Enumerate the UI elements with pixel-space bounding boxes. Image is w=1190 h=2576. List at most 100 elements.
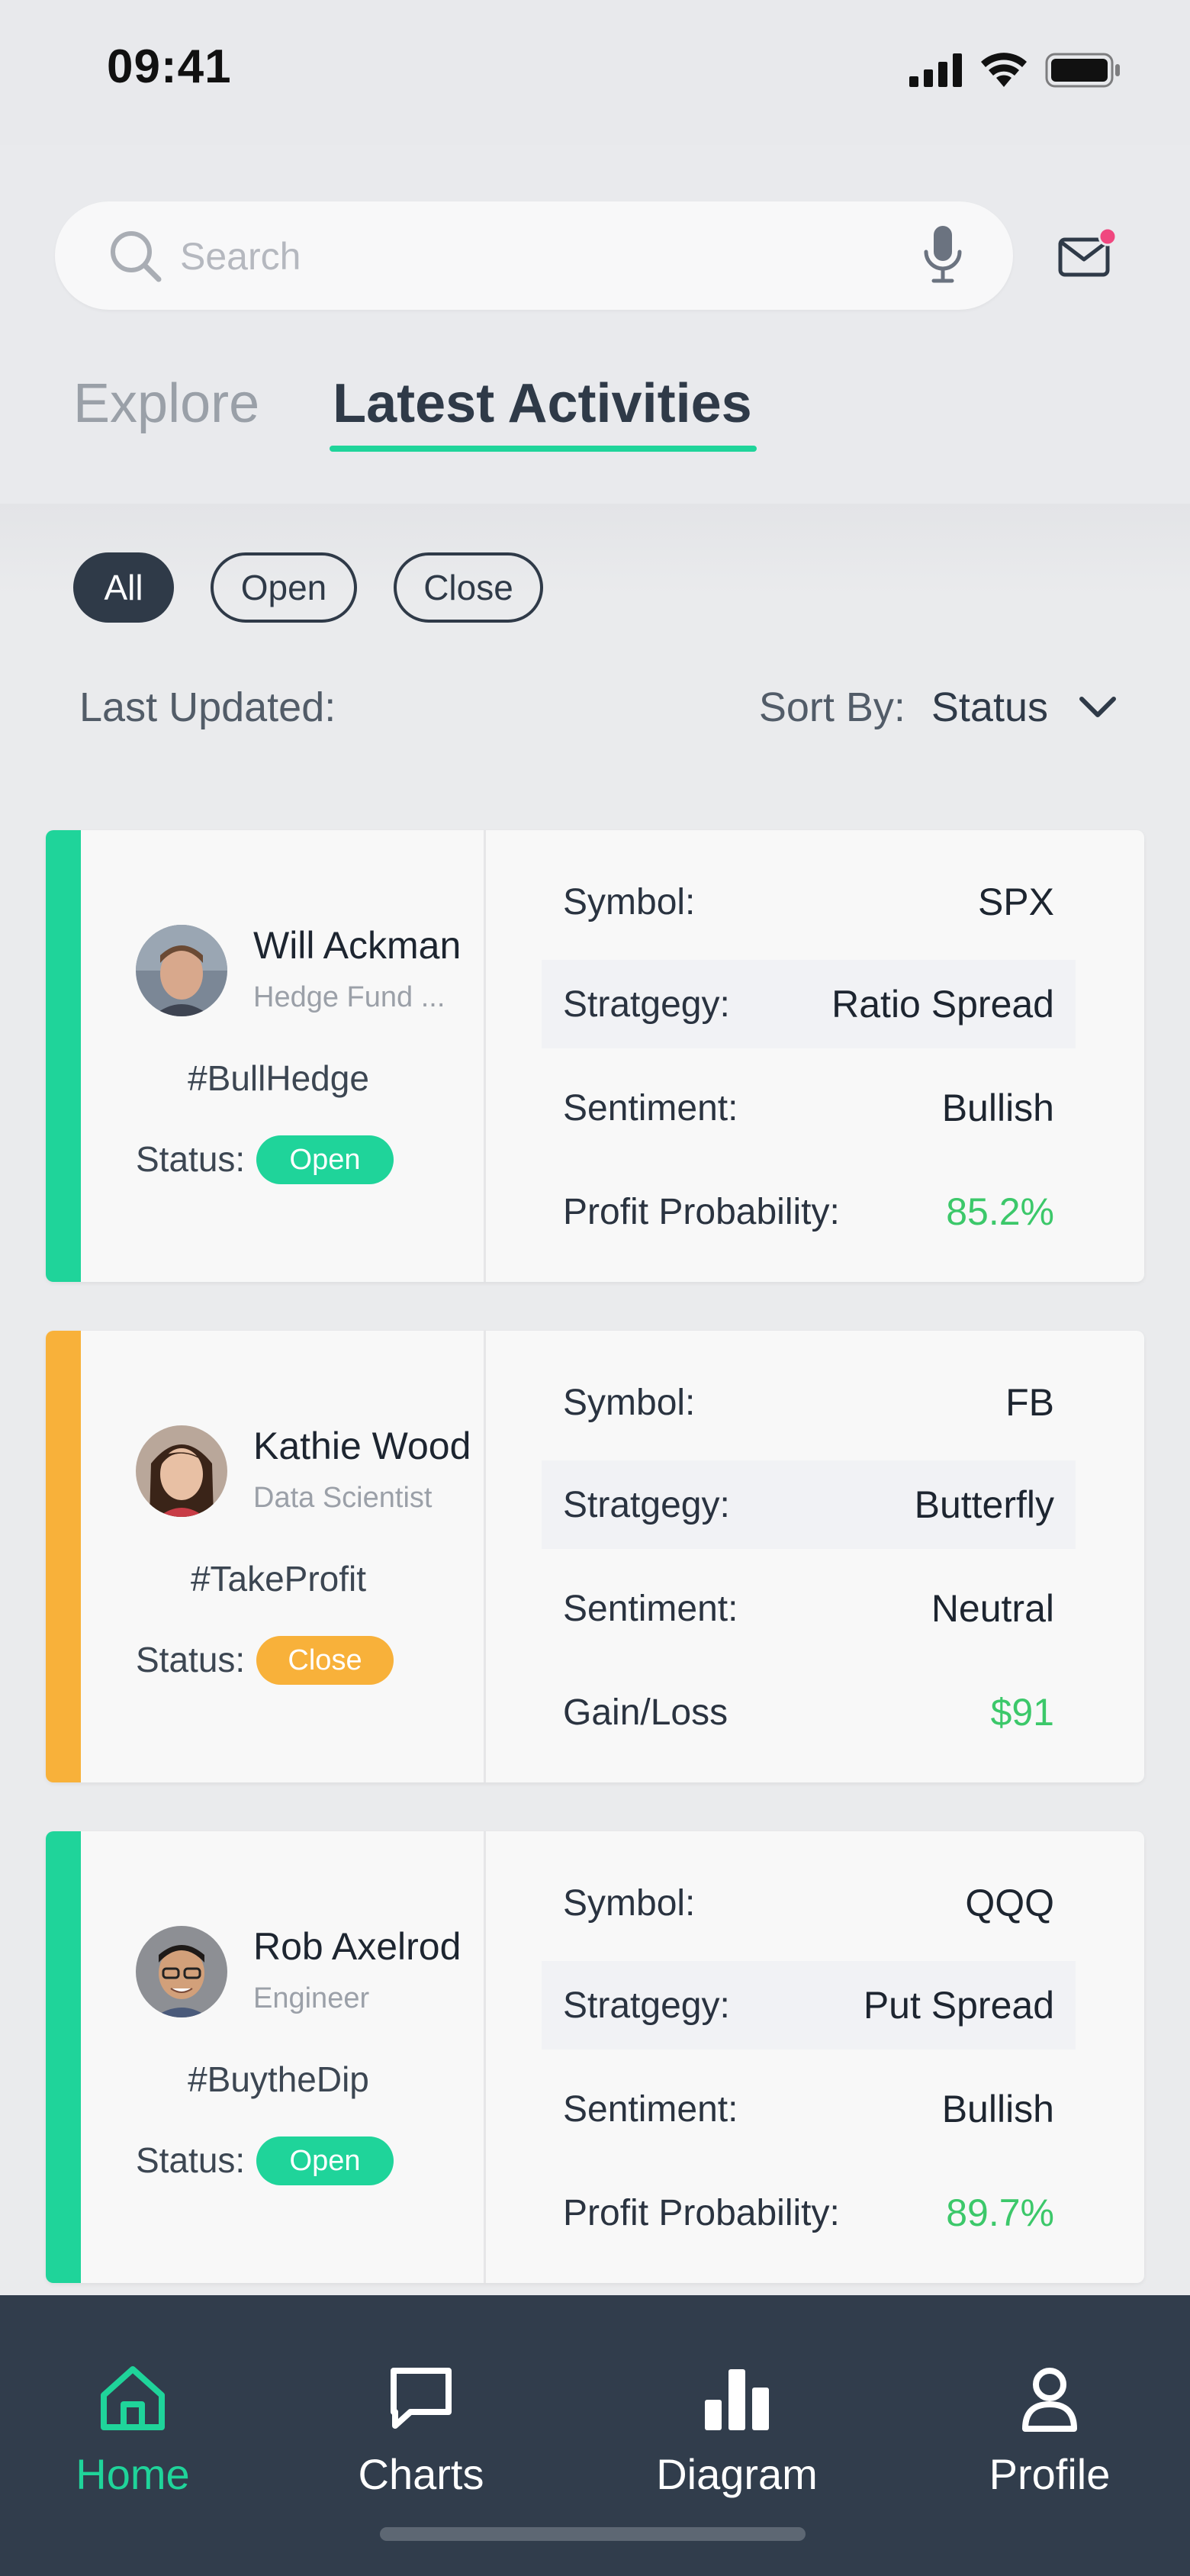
detail-row-sentiment: Sentiment: Bullish: [542, 2065, 1076, 2153]
detail-value: QQQ: [965, 1882, 1054, 1924]
last-updated-label: Last Updated:: [79, 684, 336, 730]
status-label: Status:: [136, 1139, 246, 1179]
trader-name: Rob Axelrod: [253, 1925, 462, 1968]
detail-label: Sentiment:: [563, 2088, 738, 2130]
detail-value: FB: [1005, 1381, 1054, 1424]
detail-label: Stratgegy:: [563, 984, 730, 1025]
detail-value: SPX: [977, 881, 1054, 923]
detail-value: Put Spread: [863, 1984, 1054, 2027]
nav-home[interactable]: Home: [18, 2356, 247, 2499]
chevron-down-icon: [1079, 697, 1116, 717]
notification-dot: [1098, 227, 1117, 246]
wifi-icon: [981, 53, 1027, 87]
home-icon: [101, 2366, 165, 2430]
detail-label: Sentiment:: [563, 1588, 738, 1629]
search-bar[interactable]: [55, 201, 1013, 310]
sort-value: Status: [931, 684, 1048, 730]
nav-diagram[interactable]: Diagram: [622, 2356, 851, 2499]
detail-row-profit-probability: Profit Probability: 89.7%: [542, 2169, 1076, 2257]
sort-dropdown[interactable]: Sort By: Status: [759, 684, 1117, 731]
detail-value: 89.7%: [946, 2191, 1054, 2234]
detail-row-strategy: Stratgegy: Put Spread: [542, 1961, 1076, 2050]
activity-card[interactable]: Will Ackman Hedge Fund ... #BullHedge St…: [46, 830, 1144, 1282]
detail-value: Ratio Spread: [831, 983, 1054, 1026]
search-icon: [111, 231, 162, 282]
status-label: Status:: [136, 1640, 246, 1679]
user-icon: [1022, 2368, 1077, 2432]
card-divider: [484, 1331, 486, 1782]
trader-role: Data Scientist: [253, 1482, 433, 1514]
microphone-icon[interactable]: [921, 223, 964, 288]
avatar: [136, 925, 227, 1016]
detail-label: Stratgegy:: [563, 1484, 730, 1525]
detail-value: Butterfly: [914, 1483, 1054, 1526]
filter-all[interactable]: All: [73, 552, 174, 623]
detail-row-sentiment: Sentiment: Neutral: [542, 1564, 1076, 1653]
detail-label: Symbol:: [563, 1882, 696, 1924]
tab-latest-activities[interactable]: Latest Activities: [330, 372, 757, 452]
trader-role: Hedge Fund ...: [253, 981, 445, 1013]
detail-label: Profit Probability:: [563, 1191, 840, 1232]
signal-icon: [909, 53, 962, 87]
status-badge: Open: [256, 1135, 394, 1184]
filter-open[interactable]: Open: [211, 552, 357, 623]
detail-label: Stratgegy:: [563, 1985, 730, 2026]
status-stripe: [46, 1331, 81, 1782]
hashtag[interactable]: #TakeProfit: [145, 1558, 412, 1599]
status-badge: Open: [256, 2136, 394, 2185]
avatar: [136, 1926, 227, 2017]
sort-label: Sort By:: [758, 684, 905, 730]
detail-value: Bullish: [941, 2088, 1054, 2130]
chat-icon: [391, 2368, 452, 2429]
detail-row-sentiment: Sentiment: Bullish: [542, 1064, 1076, 1152]
nav-profile[interactable]: Profile: [935, 2356, 1164, 2499]
detail-label: Symbol:: [563, 881, 696, 923]
detail-label: Gain/Loss: [563, 1692, 728, 1733]
search-input[interactable]: [178, 229, 868, 284]
detail-label: Symbol:: [563, 1382, 696, 1423]
bar-chart-icon: [705, 2369, 769, 2430]
detail-label: Sentiment:: [563, 1087, 738, 1129]
detail-row-symbol: Symbol: FB: [542, 1358, 1076, 1447]
status-badge: Close: [256, 1636, 394, 1685]
status-bar: 09:41: [0, 0, 1190, 145]
status-stripe: [46, 1831, 81, 2283]
detail-row-strategy: Stratgegy: Ratio Spread: [542, 960, 1076, 1048]
detail-row-profit-probability: Profit Probability: 85.2%: [542, 1167, 1076, 1256]
nav-label: Diagram: [656, 2450, 818, 2498]
detail-row-symbol: Symbol: SPX: [542, 858, 1076, 946]
detail-value: Neutral: [931, 1587, 1054, 1630]
meta-row: Last Updated: Sort By: Status: [79, 684, 1117, 731]
hashtag[interactable]: #BuytheDip: [145, 2059, 412, 2100]
detail-row-strategy: Stratgegy: Butterfly: [542, 1460, 1076, 1549]
detail-row-gain-loss: Gain/Loss $91: [542, 1668, 1076, 1757]
detail-label: Profit Probability:: [563, 2192, 840, 2233]
trader-role: Engineer: [253, 1982, 370, 2014]
mail-icon[interactable]: [1056, 226, 1117, 287]
clock: 09:41: [107, 40, 232, 93]
status-stripe: [46, 830, 81, 1282]
tab-bar: Explore Latest Activities: [73, 372, 757, 452]
hashtag[interactable]: #BullHedge: [145, 1058, 412, 1099]
tab-explore[interactable]: Explore: [73, 372, 259, 452]
detail-row-symbol: Symbol: QQQ: [542, 1859, 1076, 1947]
filter-chips: All Open Close: [73, 552, 543, 623]
battery-icon: [1045, 53, 1120, 88]
card-divider: [484, 830, 486, 1282]
activity-card[interactable]: Kathie Wood Data Scientist #TakeProfit S…: [46, 1331, 1144, 1782]
detail-value: Bullish: [941, 1087, 1054, 1129]
activity-card[interactable]: Rob Axelrod Engineer #BuytheDip Status: …: [46, 1831, 1144, 2283]
trader-name: Will Ackman: [253, 924, 462, 967]
nav-label: Home: [76, 2450, 190, 2498]
card-divider: [484, 1831, 486, 2283]
nav-charts[interactable]: Charts: [307, 2356, 536, 2499]
detail-value: $91: [990, 1691, 1054, 1734]
status-icons: [909, 52, 1121, 89]
status-label: Status:: [136, 2140, 246, 2180]
nav-label: Profile: [989, 2450, 1111, 2498]
filter-close[interactable]: Close: [394, 552, 543, 623]
detail-value: 85.2%: [946, 1190, 1054, 1233]
home-indicator: [380, 2527, 806, 2541]
trader-name: Kathie Wood: [253, 1425, 471, 1467]
avatar: [136, 1425, 227, 1517]
